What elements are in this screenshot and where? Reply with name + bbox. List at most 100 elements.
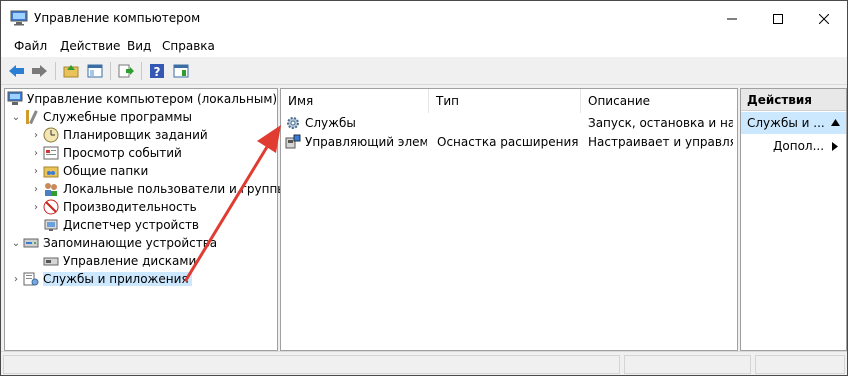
- services-applications-icon: [23, 272, 39, 286]
- tree-label: Диспетчер устройств: [63, 218, 200, 232]
- gear-icon: [287, 117, 299, 129]
- forward-arrow-icon: [32, 65, 47, 77]
- disk-management-icon: [43, 257, 59, 266]
- tree-label: Управление компьютером (локальным): [27, 92, 278, 106]
- tree-label: Службы и приложения: [43, 272, 192, 286]
- row-description: Настраивает и управля...: [588, 135, 733, 149]
- users-icon: [45, 183, 57, 196]
- chevron-right-icon[interactable]: ›: [9, 274, 23, 285]
- tree-item-event-viewer[interactable]: › Просмотр событий: [29, 144, 182, 162]
- up-level-button[interactable]: [61, 61, 81, 81]
- actions-header: Действия: [741, 89, 846, 111]
- maximize-icon: [773, 14, 783, 24]
- status-section: [3, 355, 620, 374]
- maximize-button[interactable]: [755, 1, 801, 37]
- minimize-button[interactable]: [709, 1, 755, 37]
- tree-item-disk-management[interactable]: Управление дисками: [29, 252, 196, 270]
- show-action-pane-button[interactable]: [171, 61, 191, 81]
- menu-view[interactable]: Вид: [127, 39, 151, 53]
- wmi-control-icon: [285, 134, 301, 149]
- toolbar: ?: [1, 58, 847, 85]
- tree-item-task-scheduler[interactable]: › Планировщик заданий: [29, 126, 208, 144]
- status-section: [624, 355, 751, 374]
- menu-bar: Файл Действие Вид Справка: [1, 37, 847, 57]
- tree-item-shared-folders[interactable]: › Общие папки: [29, 162, 148, 180]
- column-header-type[interactable]: Тип: [429, 89, 581, 113]
- tree-label: Просмотр событий: [63, 146, 182, 160]
- back-arrow-icon: [9, 65, 24, 77]
- console-tree: Управление компьютером (локальным) ⌄ Слу…: [4, 88, 287, 351]
- submenu-arrow-icon: [832, 142, 838, 151]
- tools-icon: [26, 110, 38, 125]
- tree-label: Служебные программы: [43, 110, 192, 124]
- chevron-right-icon[interactable]: ›: [29, 148, 43, 159]
- storage-icon: [23, 238, 39, 248]
- chevron-right-icon[interactable]: ›: [29, 130, 43, 141]
- console-tree-icon: [87, 64, 103, 78]
- tree-label: Планировщик заданий: [63, 128, 208, 142]
- toolbar-separator: [55, 62, 56, 80]
- tree-item-root[interactable]: Управление компьютером (локальным): [7, 90, 277, 108]
- computer-management-window: Управление компьютером Файл Действие Вид…: [0, 0, 848, 376]
- tree-label: Производительность: [63, 200, 197, 214]
- tree-label: Общие папки: [63, 164, 149, 178]
- column-header-name[interactable]: Имя: [281, 89, 429, 113]
- actions-section-services[interactable]: Службы и ...: [741, 112, 846, 134]
- tree-label: Запоминающие устройства: [43, 236, 218, 250]
- list-item[interactable]: Управляющий элем... Оснастка расширения …: [281, 133, 737, 151]
- chevron-right-icon[interactable]: ›: [29, 184, 43, 195]
- back-button[interactable]: [7, 61, 27, 81]
- tree-item-storage[interactable]: ⌄ Запоминающие устройства: [9, 234, 217, 252]
- more-actions-label: Допол...: [773, 139, 825, 153]
- computer-management-icon: [7, 91, 23, 105]
- chevron-right-icon[interactable]: ›: [29, 202, 43, 213]
- chevron-right-icon[interactable]: ›: [29, 166, 43, 177]
- tree-label: Управление дисками: [63, 254, 197, 268]
- device-manager-icon: [44, 219, 58, 231]
- folder-up-icon: [63, 65, 79, 78]
- row-name: Службы: [305, 116, 356, 130]
- tree-item-services-apps[interactable]: › Службы и приложения: [9, 270, 192, 288]
- tree-item-system-tools[interactable]: ⌄ Служебные программы: [9, 108, 192, 126]
- window-title: Управление компьютером: [34, 11, 201, 25]
- status-bar: [1, 351, 847, 375]
- show-tree-button[interactable]: [85, 61, 105, 81]
- menu-file[interactable]: Файл: [14, 39, 47, 53]
- tree-label: Локальные пользователи и группы: [63, 182, 287, 196]
- actions-section-label: Службы и ...: [747, 116, 825, 130]
- collapse-up-icon: [831, 119, 840, 126]
- list-item[interactable]: Службы Запуск, остановка и на...: [281, 114, 737, 132]
- row-description: Запуск, остановка и на...: [588, 116, 733, 130]
- title-bar: Управление компьютером: [1, 1, 847, 37]
- status-section: [755, 355, 845, 374]
- performance-icon: [43, 199, 59, 215]
- menu-help[interactable]: Справка: [162, 39, 215, 53]
- export-icon: [118, 64, 134, 78]
- tree-item-performance[interactable]: › Производительность: [29, 198, 197, 216]
- toolbar-separator: [141, 62, 142, 80]
- clock-icon: [43, 127, 59, 143]
- export-list-button[interactable]: [116, 61, 136, 81]
- event-viewer-icon: [43, 146, 59, 160]
- action-pane-icon: [173, 64, 189, 78]
- results-list: Имя Тип Описание Службы Запуск, остановк…: [280, 88, 738, 351]
- help-button[interactable]: ?: [147, 61, 167, 81]
- forward-button[interactable]: [30, 61, 50, 81]
- row-type: Оснастка расширения: [437, 135, 579, 149]
- minimize-icon: [727, 18, 737, 20]
- chevron-down-icon[interactable]: ⌄: [9, 238, 23, 249]
- more-actions-item[interactable]: Допол...: [741, 136, 846, 156]
- computer-management-icon: [10, 10, 28, 26]
- help-icon: ?: [150, 64, 164, 79]
- tree-item-local-users[interactable]: › Локальные пользователи и группы: [29, 180, 287, 198]
- column-header-description[interactable]: Описание: [581, 89, 737, 113]
- menu-action[interactable]: Действие: [60, 39, 120, 53]
- shared-folder-icon: [43, 166, 59, 178]
- toolbar-separator: [110, 62, 111, 80]
- svg-text:?: ?: [154, 65, 161, 79]
- actions-pane: Действия Службы и ... Допол...: [740, 88, 847, 351]
- chevron-down-icon[interactable]: ⌄: [9, 112, 23, 123]
- row-name: Управляющий элем...: [305, 135, 427, 149]
- tree-item-device-manager[interactable]: Диспетчер устройств: [29, 216, 199, 234]
- close-button[interactable]: [801, 1, 847, 37]
